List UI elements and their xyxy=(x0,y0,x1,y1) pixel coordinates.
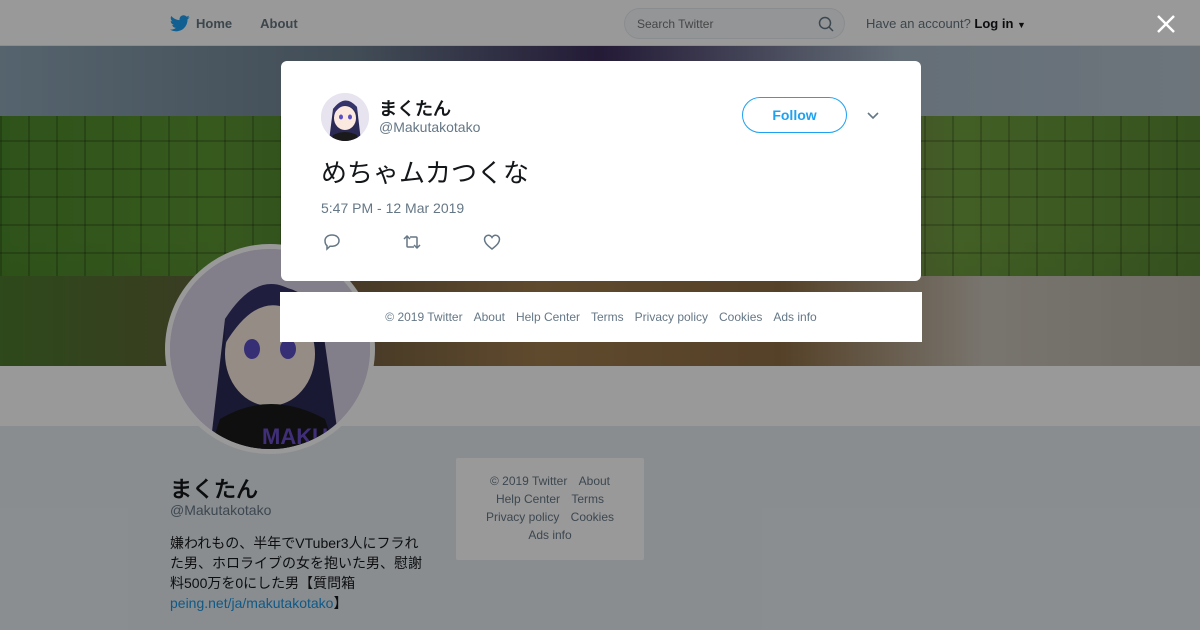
tweet-modal: まくたん @Makutakotako Follow めちゃムカつくな 5:47 … xyxy=(281,61,921,281)
modal-footer-link-help[interactable]: Help Center xyxy=(516,310,580,324)
like-icon[interactable] xyxy=(482,232,502,252)
modal-footer-link-terms[interactable]: Terms xyxy=(591,310,624,324)
modal-footer-link-about[interactable]: About xyxy=(474,310,505,324)
tweet-author-handle[interactable]: @Makutakotako xyxy=(379,119,480,135)
tweet-author-avatar[interactable] xyxy=(321,93,369,141)
modal-footer-link-ads[interactable]: Ads info xyxy=(773,310,816,324)
follow-button[interactable]: Follow xyxy=(742,97,847,133)
modal-footer-copyright: © 2019 Twitter xyxy=(385,310,463,324)
tweet-author-name[interactable]: まくたん xyxy=(379,95,451,121)
reply-icon[interactable] xyxy=(322,232,342,252)
modal-footer: © 2019 Twitter About Help Center Terms P… xyxy=(280,292,922,342)
author-avatar-illustration xyxy=(321,93,369,141)
modal-footer-link-privacy[interactable]: Privacy policy xyxy=(635,310,708,324)
tweet-timestamp[interactable]: 5:47 PM - 12 Mar 2019 xyxy=(321,200,464,216)
close-icon[interactable] xyxy=(1152,10,1180,38)
chevron-down-icon[interactable] xyxy=(865,108,881,124)
retweet-icon[interactable] xyxy=(402,232,422,252)
modal-footer-link-cookies[interactable]: Cookies xyxy=(719,310,762,324)
tweet-text: めちゃムカつくな xyxy=(321,159,530,189)
